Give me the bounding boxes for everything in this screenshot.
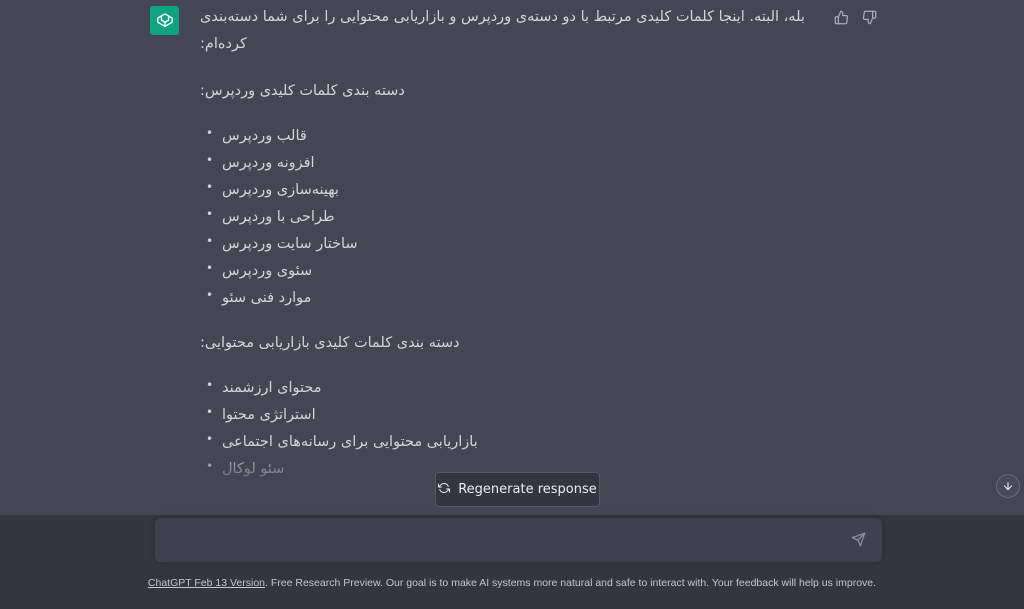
arrow-down-icon	[1002, 477, 1014, 496]
list-item: • بازاریابی محتوایی برای رسانه‌های اجتماع…	[206, 432, 478, 450]
thumbs-down-icon[interactable]	[860, 8, 878, 26]
list-item: • طراحی با وردپرس	[206, 207, 335, 225]
version-link[interactable]: ChatGPT Feb 13 Version	[148, 577, 265, 589]
list-item: • محتوای ارزشمند	[206, 378, 322, 396]
send-icon	[851, 532, 866, 551]
wordpress-keyword-list: • قالب وردپرس • افزونه وردپرس • بهینه‌سازی …	[200, 123, 812, 312]
list-item: • استراتژی محتوا	[206, 405, 316, 423]
chat-page: بله، البته. اینجا کلمات کلیدی مرتبط با د…	[0, 0, 1024, 609]
list-item: • ساختار سایت وردپرس	[206, 234, 358, 252]
openai-logo-icon	[150, 6, 179, 35]
list-item: • سئوی وردپرس	[206, 261, 313, 279]
section-title-wordpress: دسته بندی کلمات کلیدی وردپرس:	[200, 83, 405, 99]
assistant-message: بله، البته. اینجا کلمات کلیدی مرتبط با د…	[0, 0, 1024, 515]
message-input[interactable]	[167, 528, 831, 556]
list-item: • افزونه وردپرس	[206, 153, 315, 171]
list-item: • بهینه‌سازی وردپرس	[206, 180, 339, 198]
message-intro: بله، البته. اینجا کلمات کلیدی مرتبط با د…	[200, 9, 805, 52]
message-input-box	[155, 518, 882, 562]
composer-area: ChatGPT Feb 13 Version. Free Research Pr…	[0, 515, 1024, 609]
footer-disclaimer: ChatGPT Feb 13 Version. Free Research Pr…	[0, 577, 1024, 589]
list-item: • موارد فنی سئو	[206, 288, 312, 306]
content-marketing-keyword-list: • محتوای ارزشمند • استراتژی محتوا • بازاریا…	[200, 375, 812, 483]
regenerate-label: Regenerate response	[458, 482, 597, 497]
send-button[interactable]	[851, 532, 869, 550]
thumbs-up-icon[interactable]	[832, 8, 850, 26]
scroll-to-bottom-button[interactable]	[996, 474, 1020, 498]
regenerate-response-button[interactable]: Regenerate response	[435, 472, 600, 507]
footer-text: . Free Research Preview. Our goal is to …	[265, 577, 877, 589]
list-item: • قالب وردپرس	[206, 126, 307, 144]
section-title-content-marketing: دسته بندی کلمات کلیدی بازاریابی محتوایی:	[200, 335, 460, 351]
feedback-buttons	[832, 8, 878, 26]
refresh-icon	[438, 482, 451, 498]
message-content: بله، البته. اینجا کلمات کلیدی مرتبط با د…	[200, 4, 812, 501]
